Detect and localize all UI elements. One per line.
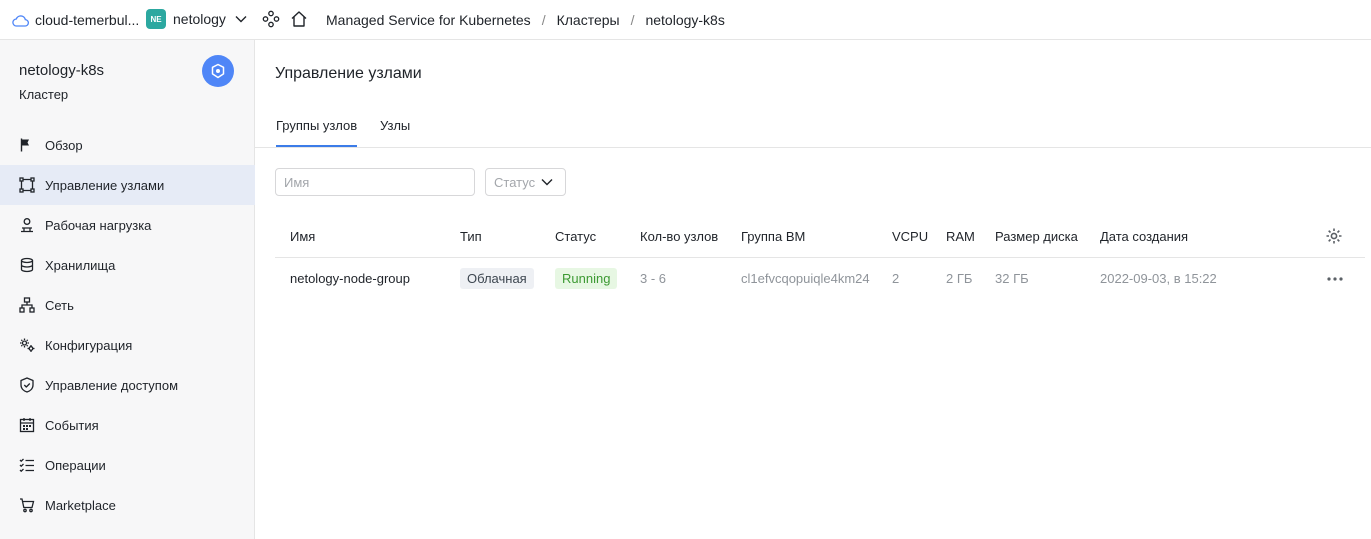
folder-name: netology bbox=[173, 11, 226, 27]
breadcrumb-separator: / bbox=[541, 12, 546, 28]
cluster-service-badge bbox=[202, 55, 234, 87]
sidebar-item-label: Обзор bbox=[45, 137, 83, 153]
chevron-down-icon bbox=[235, 16, 247, 23]
calendar-icon bbox=[19, 418, 35, 433]
cloud-icon bbox=[12, 14, 29, 27]
sidebar-item-overview[interactable]: Обзор bbox=[0, 125, 255, 165]
column-header-node-count[interactable]: Кол-во узлов bbox=[640, 229, 718, 244]
type-badge: Облачная bbox=[460, 268, 534, 289]
status-badge: Running bbox=[555, 268, 618, 289]
sidebar: netology-k8s Кластер Обзор Управление уз… bbox=[0, 40, 255, 539]
kubernetes-icon bbox=[211, 63, 225, 79]
breadcrumb-current: netology-k8s bbox=[645, 12, 725, 28]
name-search-input[interactable] bbox=[275, 168, 475, 196]
config-icon bbox=[20, 338, 35, 352]
page-title: Управление узлами bbox=[275, 65, 422, 82]
tabs: Группы узлов Узлы bbox=[255, 108, 1371, 148]
breadcrumb-separator: / bbox=[630, 12, 635, 28]
column-header-vcpu[interactable]: VCPU bbox=[892, 229, 928, 244]
home-icon[interactable] bbox=[290, 10, 308, 31]
row-node-count: 3 - 6 bbox=[640, 271, 667, 286]
gear-icon[interactable] bbox=[1325, 227, 1343, 248]
sidebar-item-label: Хранилища bbox=[45, 257, 116, 273]
top-bar: cloud-temerbul... NE netology Managed Se… bbox=[0, 0, 1371, 40]
table-header: Имя Тип Статус Кол-во узлов Группа ВМ VC… bbox=[275, 216, 1365, 258]
sidebar-item-label: Рабочая нагрузка bbox=[45, 217, 152, 233]
shield-icon bbox=[20, 377, 34, 393]
sidebar-item-node-management[interactable]: Управление узлами bbox=[0, 165, 255, 205]
sidebar-item-label: Конфигурация bbox=[45, 337, 133, 353]
breadcrumb: Managed Service for Kubernetes / Кластер… bbox=[326, 12, 725, 28]
column-header-name[interactable]: Имя bbox=[290, 229, 315, 244]
column-header-status[interactable]: Статус bbox=[555, 229, 596, 244]
row-name: netology-node-group bbox=[290, 271, 410, 286]
tab-nodes[interactable]: Узлы bbox=[380, 118, 410, 145]
services-icon[interactable] bbox=[262, 10, 280, 31]
row-disk: 32 ГБ bbox=[995, 271, 1029, 286]
sidebar-item-access[interactable]: Управление доступом bbox=[0, 365, 255, 405]
row-vcpu: 2 bbox=[892, 271, 900, 286]
sidebar-item-workload[interactable]: Рабочая нагрузка bbox=[0, 205, 255, 245]
chevron-down-icon bbox=[541, 179, 553, 186]
column-header-vm-group[interactable]: Группа ВМ bbox=[741, 229, 805, 244]
cloud-name: cloud-temerbul... bbox=[35, 12, 140, 28]
tab-node-groups[interactable]: Группы узлов bbox=[276, 118, 358, 147]
folder-badge: NE bbox=[146, 9, 166, 29]
network-icon bbox=[19, 297, 35, 313]
cart-icon bbox=[20, 498, 35, 513]
cloud-selector[interactable]: cloud-temerbul... bbox=[12, 12, 139, 28]
breadcrumb-service[interactable]: Managed Service for Kubernetes bbox=[326, 12, 531, 28]
row-vm-group: cl1efvcqopuiqle4km24 bbox=[741, 271, 870, 286]
status-filter-label: Статус bbox=[494, 174, 536, 190]
sidebar-item-network[interactable]: Сеть bbox=[0, 285, 255, 325]
breadcrumb-clusters[interactable]: Кластеры bbox=[557, 12, 620, 28]
status-filter-select[interactable]: Статус bbox=[485, 168, 566, 196]
cluster-name: netology-k8s bbox=[19, 62, 105, 79]
row-ram: 2 ГБ bbox=[946, 271, 973, 286]
sidebar-item-storage[interactable]: Хранилища bbox=[0, 245, 255, 285]
sidebar-item-operations[interactable]: Операции bbox=[0, 445, 255, 485]
sidebar-item-label: Операции bbox=[45, 457, 106, 473]
sidebar-item-configuration[interactable]: Конфигурация bbox=[0, 325, 255, 365]
flag-icon bbox=[20, 138, 29, 152]
column-header-ram[interactable]: RAM bbox=[946, 229, 975, 244]
row-created: 2022-09-03, в 15:22 bbox=[1100, 271, 1217, 286]
more-actions-icon[interactable] bbox=[1326, 270, 1344, 285]
cluster-subtitle: Кластер bbox=[19, 87, 69, 102]
workload-icon bbox=[21, 218, 33, 233]
sidebar-item-label: События bbox=[45, 417, 99, 433]
nodes-icon bbox=[19, 177, 35, 193]
sidebar-item-label: Управление доступом bbox=[45, 377, 179, 393]
table-row[interactable]: netology-node-group Облачная Running 3 -… bbox=[275, 258, 1365, 300]
sidebar-item-marketplace[interactable]: Marketplace bbox=[0, 485, 255, 525]
list-icon bbox=[19, 458, 34, 473]
database-icon bbox=[20, 257, 34, 273]
sidebar-item-label: Управление узлами bbox=[45, 177, 165, 193]
sidebar-item-label: Marketplace bbox=[45, 497, 116, 513]
main-content: Управление узлами Группы узлов Узлы Стат… bbox=[255, 40, 1371, 539]
sidebar-item-label: Сеть bbox=[45, 297, 74, 313]
sidebar-nav: Обзор Управление узлами Рабочая нагрузка… bbox=[0, 125, 255, 525]
folder-selector[interactable]: NE netology bbox=[146, 9, 247, 29]
column-header-type[interactable]: Тип bbox=[460, 229, 482, 244]
sidebar-item-events[interactable]: События bbox=[0, 405, 255, 445]
column-header-created[interactable]: Дата создания bbox=[1100, 229, 1188, 244]
column-header-disk-size[interactable]: Размер диска bbox=[995, 229, 1078, 244]
